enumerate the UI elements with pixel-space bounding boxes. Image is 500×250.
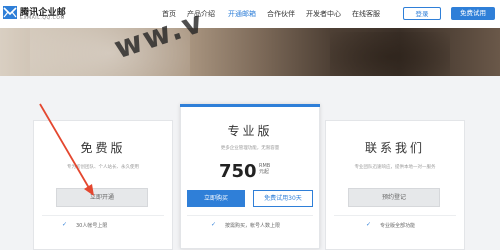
annotation-arrow-icon [39,103,94,196]
